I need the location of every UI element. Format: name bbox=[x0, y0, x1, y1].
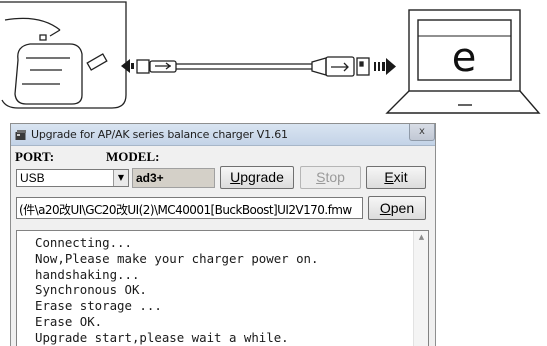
exit-button-mnemonic: E bbox=[384, 169, 394, 185]
left-arrow-icon bbox=[121, 59, 134, 73]
model-field: ad3+ bbox=[132, 168, 215, 188]
open-button-mnemonic: O bbox=[379, 200, 391, 216]
log-line: Erase OK. bbox=[35, 313, 103, 329]
open-button[interactable]: Open bbox=[368, 196, 426, 220]
model-label: MODEL: bbox=[106, 149, 160, 164]
stop-button-label: top bbox=[325, 169, 345, 185]
close-button[interactable]: x bbox=[409, 124, 435, 141]
scroll-up-icon[interactable]: ▲ bbox=[414, 233, 428, 241]
log-line: Connecting... bbox=[35, 235, 132, 250]
upgrade-button-label: pgrade bbox=[240, 169, 284, 185]
chevron-down-icon[interactable]: ▼ bbox=[113, 170, 128, 186]
log-line: Erase storage ... bbox=[35, 298, 162, 314]
open-button-label: pen bbox=[390, 200, 415, 216]
usb-cable bbox=[176, 63, 312, 70]
connection-illustration: e bbox=[0, 1, 541, 114]
firmware-path-field[interactable]: (件\a20改UI\GC20改UI(2)\MC40001[BuckBoost]U… bbox=[16, 197, 363, 219]
model-value: ad3+ bbox=[136, 171, 164, 185]
port-label: PORT: bbox=[15, 149, 55, 164]
log-lines: Connecting... Now,Please make your charg… bbox=[35, 235, 318, 346]
charger-device bbox=[0, 1, 127, 109]
log-line: Upgrade start,please wait a while. bbox=[35, 329, 289, 345]
usb-a-plug bbox=[311, 56, 370, 77]
app-icon bbox=[15, 130, 26, 140]
log-scrollbar[interactable]: ▲ bbox=[413, 231, 428, 346]
stop-button[interactable]: Stop bbox=[300, 166, 361, 189]
port-select-value: USB bbox=[20, 171, 45, 185]
log-output[interactable]: Connecting... Now,Please make your charg… bbox=[16, 230, 429, 346]
window-title: Upgrade for AP/AK series balance charger… bbox=[31, 128, 288, 141]
firmware-path-value: (件\a20改UI\GC20改UI(2)\MC40001[BuckBoost]U… bbox=[19, 203, 352, 217]
upgrade-button-mnemonic: U bbox=[230, 169, 241, 185]
laptop-screen-letter: e bbox=[452, 35, 477, 81]
exit-button-label: xit bbox=[393, 169, 408, 185]
log-line: Synchronous OK. bbox=[35, 282, 147, 298]
micro-usb-plug bbox=[136, 59, 177, 74]
port-select[interactable]: USB ▼ bbox=[16, 169, 129, 187]
upgrade-button[interactable]: Upgrade bbox=[220, 166, 294, 189]
log-line: Now,Please make your charger power on. bbox=[35, 250, 319, 266]
right-arrow-icon bbox=[374, 58, 396, 75]
close-icon: x bbox=[419, 126, 425, 137]
exit-button[interactable]: Exit bbox=[366, 166, 426, 189]
log-line: handshaking... bbox=[35, 266, 140, 282]
upgrade-window: Upgrade for AP/AK series balance charger… bbox=[10, 123, 436, 346]
title-bar[interactable]: Upgrade for AP/AK series balance charger… bbox=[11, 124, 435, 146]
